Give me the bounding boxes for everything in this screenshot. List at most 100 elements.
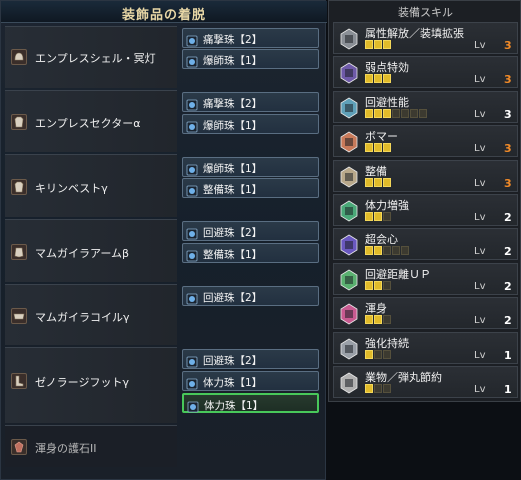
jewel-icon (186, 53, 198, 68)
level-pip-empty (383, 281, 391, 290)
skill-gem-icon (339, 131, 359, 153)
skill-name: 渾身 (365, 302, 387, 315)
decoration-slot[interactable]: 痛撃珠【2】 (182, 92, 319, 112)
decoration-slot[interactable]: 整備珠【1】 (182, 178, 319, 198)
decoration-name: 体力珠【1】 (204, 400, 264, 412)
level-pip-empty (392, 246, 400, 255)
level-pip-filled (365, 384, 373, 393)
skill-row[interactable]: 超会心 Lv 2 (333, 228, 518, 260)
level-pip-filled (365, 350, 373, 359)
armor-name: エンプレスシェル・冥灯 (35, 52, 156, 65)
decoration-slot[interactable]: 回避珠【2】 (182, 286, 319, 306)
level-pip-empty (374, 384, 382, 393)
armor-row[interactable]: マムガイラアームβ (5, 219, 177, 282)
level-pip-filled (365, 178, 373, 187)
skill-gem-icon (339, 269, 359, 291)
panel-title-bar: 装飾品の着脱 (1, 1, 327, 23)
level-value: 2 (504, 314, 512, 327)
level-pip-filled (374, 246, 382, 255)
decoration-slot[interactable]: 回避珠【2】 (182, 221, 319, 241)
level-label: Lv (474, 281, 486, 292)
decoration-slot[interactable]: 爆師珠【1】 (182, 114, 319, 134)
skill-name: 超会心 (365, 233, 398, 246)
skill-level-pips (365, 246, 409, 256)
skill-level-pips (365, 178, 391, 188)
skill-row[interactable]: 強化持続 Lv 1 (333, 332, 518, 364)
armor-row[interactable]: エンプレスセクターα (5, 90, 177, 152)
armor-name: キリンベストγ (35, 182, 108, 195)
level-pip-empty (383, 246, 391, 255)
decoration-slot[interactable]: 爆師珠【1】 (182, 157, 319, 177)
charm-row[interactable]: 渾身の護石II (5, 425, 177, 467)
skill-gem-icon (339, 303, 359, 325)
decoration-slot[interactable]: 整備珠【1】 (182, 243, 319, 263)
decoration-slot[interactable]: 爆師珠【1】 (182, 49, 319, 69)
level-pip-empty (383, 384, 391, 393)
level-label: Lv (474, 109, 486, 120)
jewel-icon (186, 290, 198, 305)
skill-name: ボマー (365, 130, 398, 143)
level-pip-filled (374, 109, 382, 118)
skill-row[interactable]: 体力増強 Lv 2 (333, 194, 518, 226)
skill-level-pips (365, 350, 391, 360)
jewel-icon (187, 398, 199, 413)
armor-row[interactable]: マムガイラコイルγ (5, 284, 177, 345)
armor-name: マムガイラアームβ (35, 247, 130, 260)
level-pip-filled (374, 212, 382, 221)
decoration-slot-selected[interactable]: 体力珠【1】 (182, 393, 319, 413)
level-value: 3 (504, 39, 512, 52)
level-pip-filled (365, 40, 373, 49)
armor-name: ゼノラージフットγ (35, 376, 129, 389)
skill-name: 属性解放／装填拡張 (365, 27, 464, 40)
panel-title: 装飾品の着脱 (121, 8, 206, 23)
skill-row[interactable]: 弱点特効 Lv 3 (333, 56, 518, 88)
skill-row[interactable]: 属性解放／装填拡張 Lv 3 (333, 22, 518, 54)
decoration-slot[interactable]: 回避珠【2】 (182, 349, 319, 369)
leg-icon (11, 373, 27, 389)
decoration-slot[interactable]: 痛撃珠【2】 (182, 28, 319, 48)
skills-title: 装備スキル (398, 6, 453, 19)
level-label: Lv (474, 178, 486, 189)
level-pip-empty (383, 350, 391, 359)
skill-row[interactable]: 渾身 Lv 2 (333, 297, 518, 329)
level-label: Lv (474, 384, 486, 395)
level-label: Lv (474, 212, 486, 223)
skill-level-pips (365, 143, 391, 153)
level-value: 2 (504, 211, 512, 224)
level-value: 3 (504, 73, 512, 86)
level-value: 2 (504, 245, 512, 258)
level-pip-filled (383, 143, 391, 152)
armor-row[interactable]: キリンベストγ (5, 154, 177, 217)
skill-level-pips (365, 281, 391, 291)
charm-icon (11, 439, 27, 455)
skill-row[interactable]: 回避性能 Lv 3 (333, 91, 518, 123)
decoration-panel: 装飾品の着脱 エンプレスシェル・冥灯 エンプレスセクターα キリンベストγ マムガイラ… (0, 0, 327, 480)
level-pip-filled (374, 143, 382, 152)
skill-gem-icon (339, 166, 359, 188)
skill-row[interactable]: ボマー Lv 3 (333, 125, 518, 157)
level-pip-empty (410, 109, 418, 118)
level-pip-empty (374, 350, 382, 359)
jewel-icon (186, 182, 198, 197)
level-label: Lv (474, 40, 486, 51)
armor-row[interactable]: ゼノラージフットγ (5, 347, 177, 423)
skill-gem-icon (339, 234, 359, 256)
level-label: Lv (474, 74, 486, 85)
skill-level-pips (365, 74, 391, 84)
level-pip-filled (383, 109, 391, 118)
skill-row[interactable]: 整備 Lv 3 (333, 160, 518, 192)
level-pip-filled (374, 40, 382, 49)
charm-name: 渾身の護石II (35, 442, 97, 455)
jewel-icon (186, 161, 198, 176)
decoration-name: 痛撃珠【2】 (203, 98, 263, 110)
armor-name: エンプレスセクターα (35, 117, 141, 130)
armor-row[interactable]: エンプレスシェル・冥灯 (5, 26, 177, 88)
decoration-slot[interactable]: 体力珠【1】 (182, 371, 319, 391)
skill-row[interactable]: 回避距離ＵＰ Lv 2 (333, 263, 518, 295)
decoration-name: 体力珠【1】 (203, 377, 263, 389)
skill-level-pips (365, 109, 427, 119)
level-pip-filled (365, 143, 373, 152)
skill-row[interactable]: 業物／弾丸節約 Lv 1 (333, 366, 518, 398)
decoration-name: 痛撃珠【2】 (203, 34, 263, 46)
level-pip-filled (365, 246, 373, 255)
